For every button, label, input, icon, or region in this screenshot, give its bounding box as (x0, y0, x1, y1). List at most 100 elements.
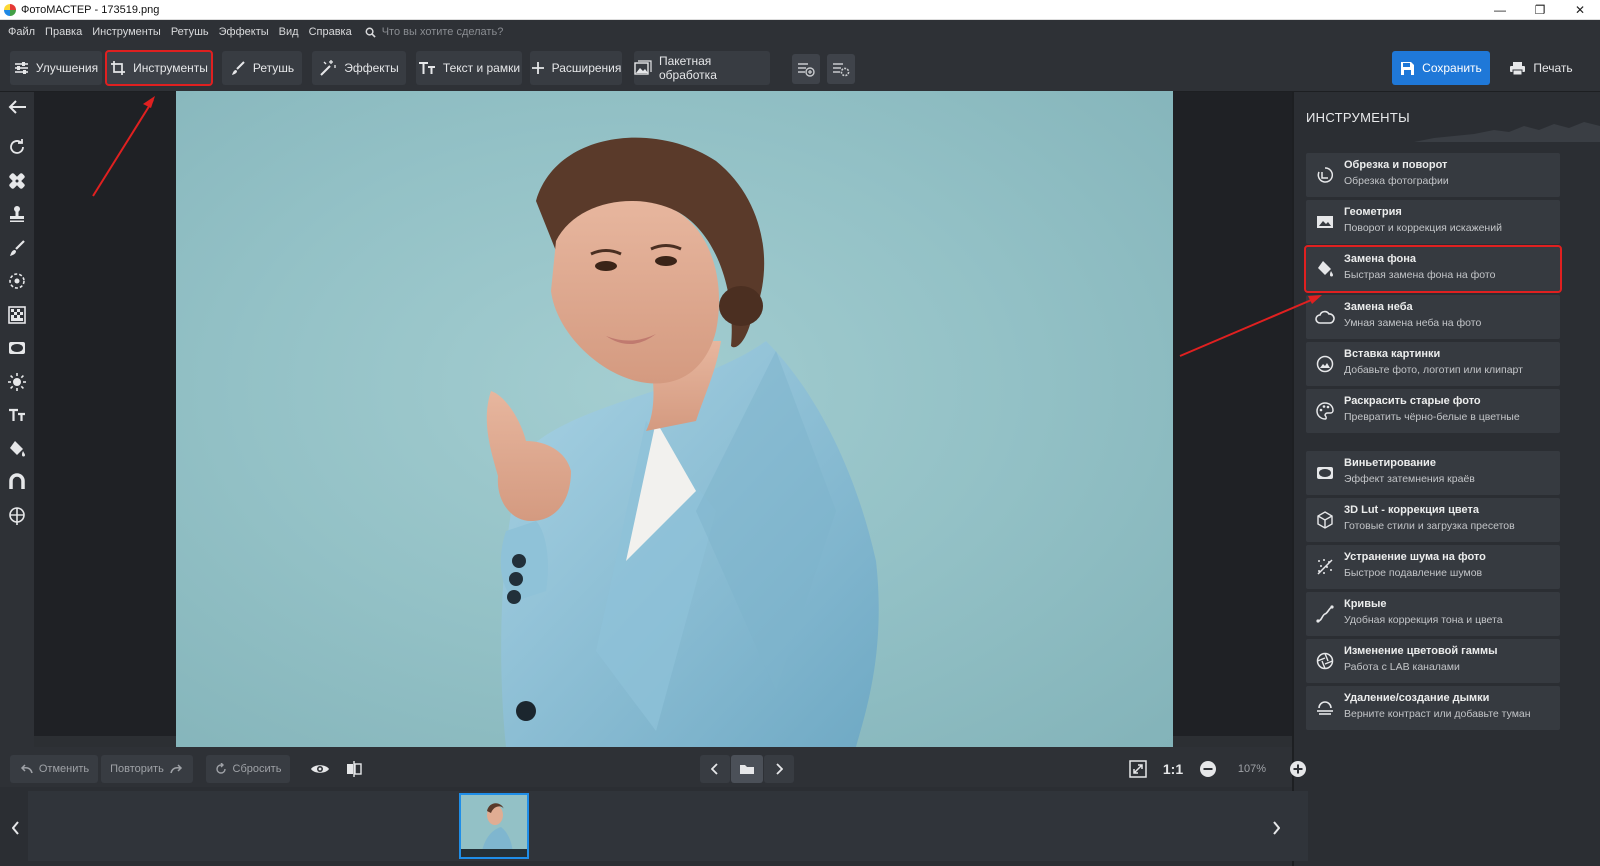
tab-text-frames-label: Текст и рамки (442, 61, 521, 75)
tool-card-title: Устранение шума на фото (1344, 551, 1486, 563)
tool-card-3d-lut[interactable]: 3D Lut - коррекция цвета Готовые стили и… (1306, 498, 1560, 542)
tab-retouch[interactable]: Ретушь (222, 51, 302, 85)
undo-icon (20, 764, 33, 774)
floppy-disk-icon (1401, 61, 1415, 75)
tool-magnet[interactable] (6, 471, 28, 493)
minimize-button[interactable]: — (1480, 0, 1520, 20)
rotate-icon (10, 139, 24, 154)
fill-bucket-icon (10, 441, 25, 457)
redo-button[interactable]: Повторить (101, 755, 193, 783)
tool-card-title: Вставка картинки (1344, 348, 1441, 360)
brush-icon (231, 61, 245, 75)
sliders-icon (14, 62, 28, 74)
add-preset-icon (798, 63, 815, 77)
zoom-in-button[interactable] (1285, 755, 1311, 783)
tool-card-geometry[interactable]: Геометрия Поворот и коррекция искажений (1306, 200, 1560, 244)
chevron-right-icon (776, 763, 783, 775)
batch-processing-button[interactable]: Пакетная обработка (634, 51, 770, 85)
geometry-icon (1317, 216, 1333, 228)
window-title: ФотоМАСТЕР - 173519.png (21, 3, 160, 16)
add-preset-button[interactable] (792, 54, 820, 84)
menu-effects[interactable]: Эффекты (214, 26, 274, 38)
tool-card-crop-rotate[interactable]: Обрезка и поворот Обрезка фотографии (1306, 153, 1560, 197)
tool-rotate[interactable] (6, 136, 28, 158)
prev-photo-button[interactable] (700, 755, 730, 783)
undo-button[interactable]: Отменить (10, 755, 98, 783)
zoom-out-button[interactable] (1195, 755, 1221, 783)
filmstrip-thumbnail[interactable] (459, 793, 529, 859)
tool-vignette[interactable] (6, 337, 28, 359)
tool-card-subtitle: Превратить чёрно-белые в цветные (1344, 411, 1520, 423)
tab-tools[interactable]: Инструменты (105, 50, 213, 86)
preset-settings-button[interactable] (827, 54, 855, 84)
next-photo-button[interactable] (764, 755, 794, 783)
tab-improvements[interactable]: Улучшения (10, 51, 102, 85)
bandage-icon (9, 173, 25, 189)
menu-tools[interactable]: Инструменты (87, 26, 166, 38)
compare-icon (347, 761, 362, 777)
tab-effects-label: Эффекты (344, 61, 399, 75)
fit-screen-button[interactable] (1125, 755, 1151, 783)
brush-icon (10, 240, 25, 256)
tool-text[interactable] (6, 404, 28, 426)
tool-card-colorize[interactable]: Раскрасить старые фото Превратить чёрно-… (1306, 389, 1560, 433)
folder-icon (740, 765, 754, 774)
tools-panel: ИНСТРУМЕНТЫ Обрезка и поворот Обрезка фо… (1292, 92, 1600, 866)
redo-icon (170, 764, 182, 774)
tool-card-title: Замена фона (1344, 253, 1417, 265)
tool-card-subtitle: Быстрая замена фона на фото (1344, 269, 1496, 281)
menu-file[interactable]: Файл (0, 26, 40, 38)
tab-extensions[interactable]: Расширения (530, 51, 622, 85)
tool-geo[interactable] (6, 505, 28, 527)
menu-edit[interactable]: Правка (40, 26, 87, 38)
chevron-right-icon (1273, 821, 1280, 835)
preset-settings-icon (833, 63, 850, 77)
photo-canvas[interactable] (176, 91, 1173, 747)
print-button[interactable]: Печать (1495, 51, 1587, 85)
undo-label: Отменить (38, 763, 90, 775)
actual-size-button[interactable]: 1:1 (1159, 755, 1187, 783)
menu-retouch[interactable]: Ретушь (166, 26, 214, 38)
gallery-button[interactable] (731, 755, 763, 783)
tool-card-insert-image[interactable]: Вставка картинки Добавьте фото, логотип … (1306, 342, 1560, 386)
text-icon (9, 408, 25, 421)
tool-card-title: Кривые (1344, 598, 1387, 610)
tool-healing[interactable] (6, 170, 28, 192)
tool-brush[interactable] (6, 237, 28, 259)
tool-fill[interactable] (6, 438, 28, 460)
save-button[interactable]: Сохранить (1392, 51, 1490, 85)
title-bar: ФотоМАСТЕР - 173519.png — ❐ ✕ (0, 0, 1600, 20)
back-button[interactable] (6, 96, 28, 118)
tool-card-sky-replace[interactable]: Замена неба Умная замена неба на фото (1306, 295, 1560, 339)
tool-card-vignette[interactable]: Виньетирование Эффект затемнения краёв (1306, 451, 1560, 495)
tool-stamp[interactable] (6, 203, 28, 225)
preview-toggle[interactable] (306, 755, 334, 783)
tool-card-subtitle: Верните контраст или добавьте туман (1344, 708, 1531, 720)
menu-help[interactable]: Справка (304, 26, 357, 38)
menu-search-placeholder: Что вы хотите сделать? (381, 26, 504, 38)
menu-search[interactable]: Что вы хотите сделать? (365, 26, 504, 38)
main-toolbar: Улучшения Инструменты Ретушь Эффекты Тек… (0, 44, 1600, 92)
filmstrip-next[interactable] (1268, 813, 1284, 843)
tool-card-curves[interactable]: Кривые Удобная коррекция тона и цвета (1306, 592, 1560, 636)
tool-card-background-replace[interactable]: Замена фона Быстрая замена фона на фото (1304, 245, 1562, 293)
compare-toggle[interactable] (340, 755, 368, 783)
tool-gradient[interactable] (6, 304, 28, 326)
crop-icon (111, 61, 126, 75)
tab-text-frames[interactable]: Текст и рамки (416, 51, 522, 85)
reset-button[interactable]: Сбросить (206, 755, 290, 783)
tool-card-dehaze[interactable]: Удаление/создание дымки Верните контраст… (1306, 686, 1560, 730)
tool-card-denoise[interactable]: Устранение шума на фото Быстрое подавлен… (1306, 545, 1560, 589)
tab-effects[interactable]: Эффекты (312, 51, 406, 85)
close-button[interactable]: ✕ (1560, 0, 1600, 20)
filmstrip-prev[interactable] (8, 813, 24, 843)
chevron-left-icon (711, 763, 718, 775)
tool-radial[interactable] (6, 270, 28, 292)
tool-light[interactable] (6, 371, 28, 393)
tool-card-title: Раскрасить старые фото (1344, 395, 1481, 407)
zoom-level: 107% (1237, 763, 1267, 775)
maximize-button[interactable]: ❐ (1520, 0, 1560, 20)
tool-card-subtitle: Готовые стили и загрузка пресетов (1344, 520, 1515, 532)
tool-card-color-gamut[interactable]: Изменение цветовой гаммы Работа с LAB ка… (1306, 639, 1560, 683)
menu-view[interactable]: Вид (274, 26, 304, 38)
